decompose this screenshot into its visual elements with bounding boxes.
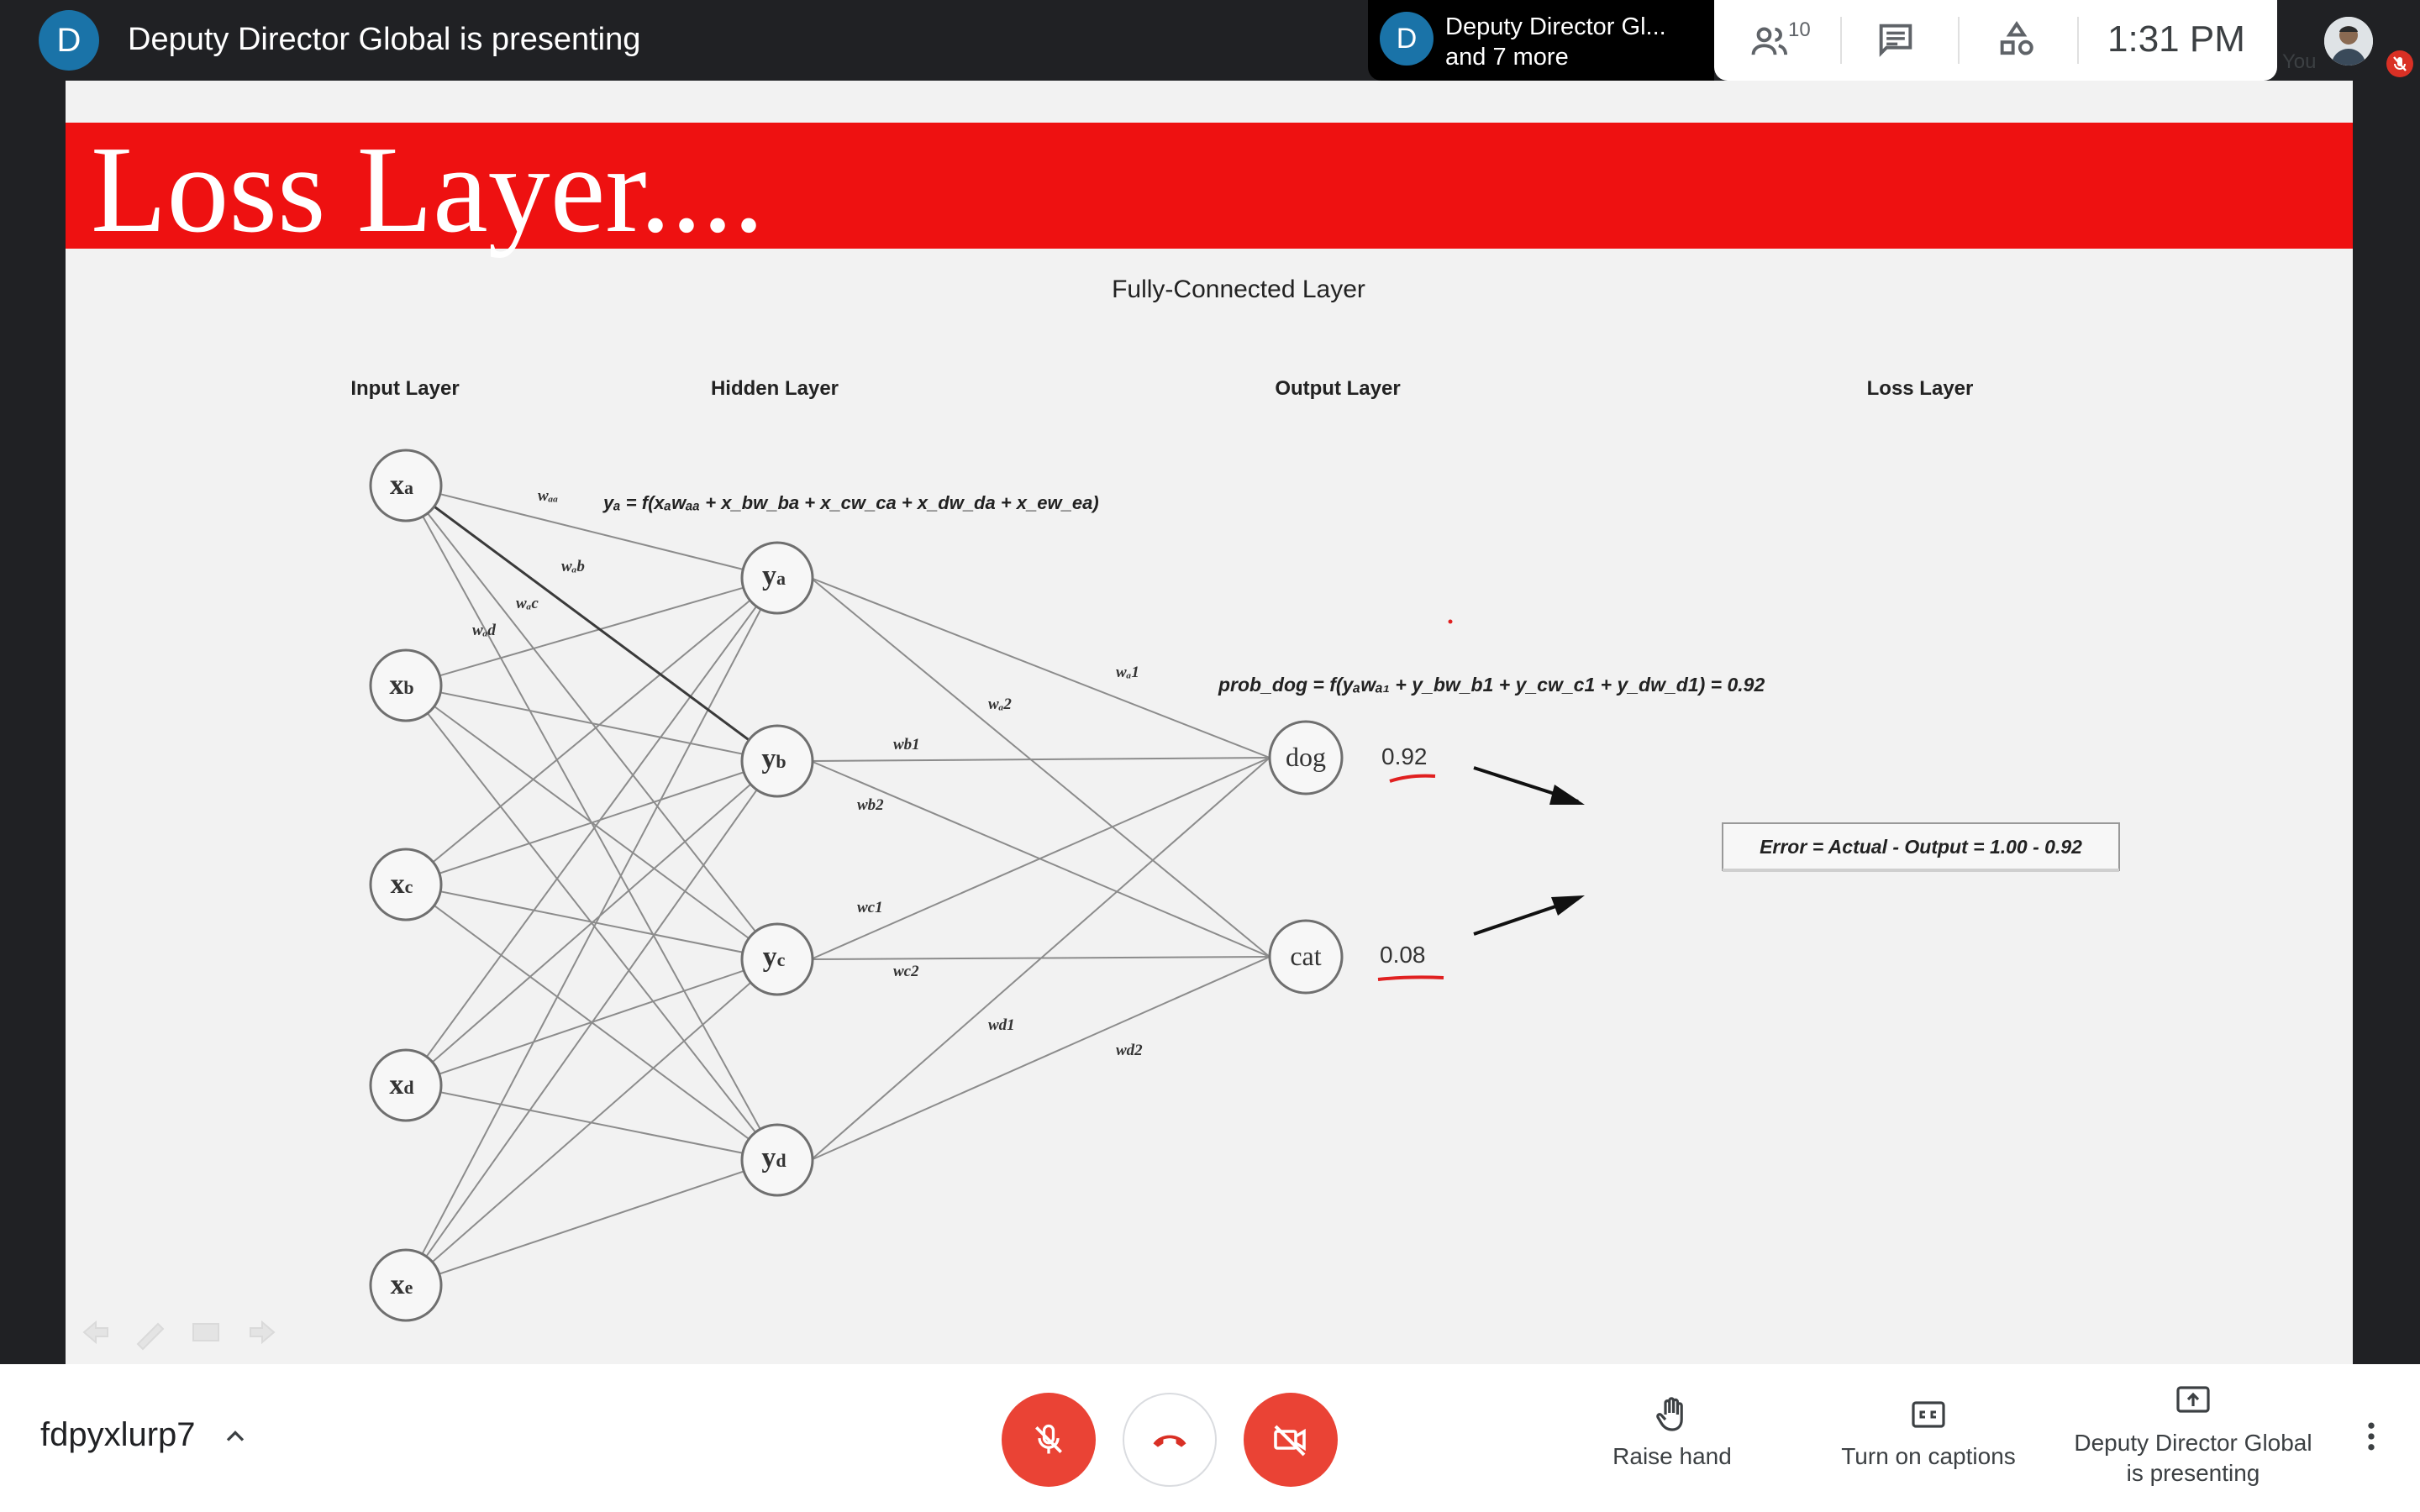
chat-icon <box>1879 24 1912 57</box>
muted-badge <box>2386 50 2413 77</box>
presenter-initial: D <box>56 21 82 59</box>
output-node-label: cat <box>1290 941 1321 971</box>
presenting-button[interactable]: Deputy Director Global is presenting <box>2059 1381 2328 1488</box>
annotation-dot <box>1448 619 1453 624</box>
tile-more: and 7 more <box>1445 44 1569 71</box>
input-layer-label: Input Layer <box>350 377 459 400</box>
hang-up-icon <box>1153 1435 1186 1447</box>
meeting-code: fdpyxlurp7 <box>40 1416 196 1453</box>
tile-name: Deputy Director Gl... <box>1445 13 1666 40</box>
captions-icon <box>1912 1401 1945 1428</box>
camera-off-icon <box>1274 1425 1306 1457</box>
output-node-label: dog <box>1286 742 1326 772</box>
captions-label: Turn on captions <box>1841 1443 2016 1469</box>
weight-label: wₐ1 <box>1116 664 1139 681</box>
participants-count: 10 <box>1788 18 1811 41</box>
mic-off-icon <box>1035 1424 1062 1454</box>
presenting-label-line1: Deputy Director Global <box>2074 1430 2312 1456</box>
hidden-layer-label: Hidden Layer <box>711 377 839 400</box>
cat-probability: 0.08 <box>1380 942 1426 968</box>
activities-icon <box>2000 20 2033 55</box>
pen-icon[interactable] <box>136 1322 165 1351</box>
shared-slide: Loss Layer.... xa xb xc xd xe ya yb yc y… <box>66 81 2353 1364</box>
weight-label: wₐb <box>561 558 585 575</box>
separator <box>2077 17 2079 64</box>
weight-label: wₐ2 <box>988 696 1012 713</box>
error-formula: Error = Actual - Output = 1.00 - 0.92 <box>1760 836 2082 858</box>
weight-label: wₐc <box>516 595 539 612</box>
slide-nav-controls <box>82 1320 276 1351</box>
self-label: You <box>2282 50 2317 73</box>
raise-hand-button[interactable]: Raise hand <box>1597 1394 1748 1472</box>
participant-tile[interactable]: D Deputy Director Gl... and 7 more <box>1368 0 1714 81</box>
tile-initial: D <box>1396 22 1418 55</box>
next-slide-icon[interactable] <box>250 1320 276 1345</box>
people-button[interactable]: 10 <box>1748 18 1823 66</box>
annotation-underline <box>1389 774 1436 783</box>
bottom-bar: fdpyxlurp7 Raise hand Turn on captions D… <box>0 1364 2420 1512</box>
weight-label: wₐₐ <box>538 487 558 505</box>
top-bar: D Deputy Director Global is presenting D… <box>0 0 2420 81</box>
clock: 1:31 PM <box>2107 18 2245 60</box>
hidden-formula: yₐ = f(xₐwₐₐ + x_bw_ba + x_cw_ca + x_dw_… <box>602 492 1099 513</box>
error-box-shadow <box>1723 869 2119 872</box>
presenting-label-line2: is presenting <box>2126 1460 2260 1486</box>
neural-network-diagram: xa xb xc xd xe ya yb yc yd dog cat Fully… <box>82 276 2120 1351</box>
activities-button[interactable] <box>1995 18 2039 66</box>
tile-avatar: D <box>1380 12 1434 66</box>
annotation-underline <box>1377 975 1444 981</box>
microphone-button[interactable] <box>1002 1393 1096 1487</box>
hand-icon <box>1656 1397 1683 1431</box>
captions-button[interactable]: Turn on captions <box>1823 1394 2033 1472</box>
weight-label: wb1 <box>893 736 920 753</box>
weight-label: wb2 <box>857 796 884 814</box>
camera-button[interactable] <box>1244 1393 1338 1487</box>
tile-text: Deputy Director Gl... and 7 more <box>1445 12 1666 72</box>
more-options-button[interactable] <box>2353 1418 2390 1459</box>
separator <box>1958 17 1960 64</box>
chevron-up-icon <box>226 1431 244 1442</box>
self-avatar[interactable] <box>2324 17 2373 66</box>
output-formula: prob_dog = f(yₐwₐ₁ + y_bw_b1 + y_cw_c1 +… <box>1218 674 1765 696</box>
presenting-title: Deputy Director Global is presenting <box>128 22 641 57</box>
weight-label: wc2 <box>893 963 919 980</box>
dog-probability: 0.92 <box>1381 743 1428 769</box>
presenter-avatar: D <box>39 10 99 71</box>
people-icon <box>1751 27 1788 55</box>
weight-label: wₐd <box>472 622 496 639</box>
arrows <box>1473 766 1585 936</box>
meeting-details-button[interactable]: fdpyxlurp7 <box>40 1416 250 1454</box>
diagram-heading: Fully-Connected Layer <box>1112 276 1365 303</box>
separator <box>1840 17 1842 64</box>
mic-off-icon <box>2393 56 2407 71</box>
raise-hand-label: Raise hand <box>1612 1443 1732 1469</box>
weight-label: wd2 <box>1116 1042 1143 1059</box>
top-right-panel: 10 1:31 PM <box>1714 0 2277 81</box>
more-vert-icon <box>2368 1422 2375 1451</box>
weight-label: wc1 <box>857 899 883 916</box>
present-screen-icon <box>2176 1386 2210 1413</box>
leave-call-button[interactable] <box>1123 1393 1217 1487</box>
input-hidden-connections <box>405 485 778 1286</box>
self-photo <box>2324 17 2373 66</box>
loss-layer-label: Loss Layer <box>1867 377 1974 400</box>
menu-icon[interactable] <box>192 1323 219 1341</box>
chat-button[interactable] <box>1874 18 1918 66</box>
hidden-nodes <box>740 541 814 1197</box>
weight-label: wd1 <box>988 1016 1015 1034</box>
prev-slide-icon[interactable] <box>82 1320 108 1345</box>
output-layer-label: Output Layer <box>1275 377 1400 400</box>
hidden-output-connections <box>810 577 1270 1161</box>
